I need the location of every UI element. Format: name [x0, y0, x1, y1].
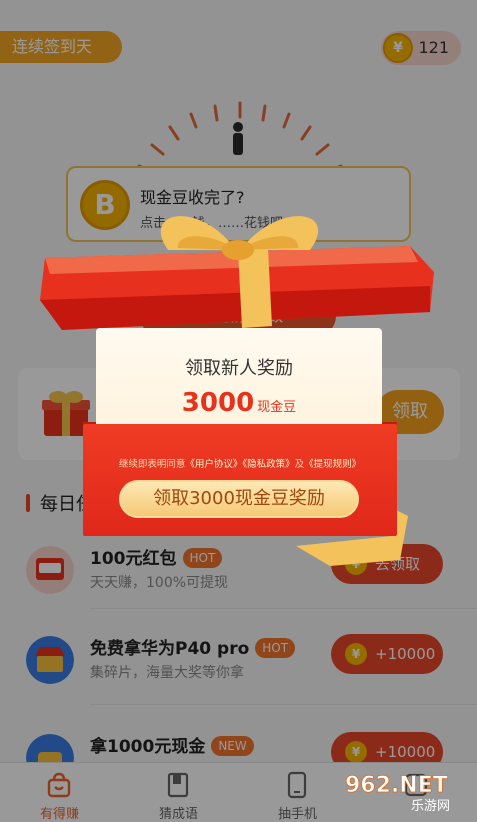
amount-unit: 现金豆	[257, 400, 297, 415]
withdraw-rules-link[interactable]: 《提现规则》	[304, 459, 361, 470]
privacy-policy-link[interactable]: 《隐私政策》	[242, 459, 294, 470]
svg-text:962.NET: 962.NET	[345, 773, 448, 798]
user-agreement-link[interactable]: 《用户协议》	[185, 459, 242, 470]
agreement-text: 继续即表明同意《用户协议》《隐私政策》及《提现规则》	[118, 459, 362, 470]
modal-title: 领取新人奖励	[185, 358, 293, 379]
amount-value: 3000	[181, 388, 255, 418]
reward-amount: 3000 现金豆	[96, 388, 382, 418]
reward-card: 领取新人奖励 3000 现金豆	[96, 328, 382, 428]
claim-reward-button[interactable]: 领取3000现金豆奖励	[119, 480, 359, 518]
gift-box-front: 继续即表明同意《用户协议》《隐私政策》及《提现规则》 领取3000现金豆奖励	[83, 424, 397, 536]
watermark-logo: 962.NET 乐游网	[345, 773, 450, 814]
svg-text:乐游网: 乐游网	[411, 799, 450, 814]
